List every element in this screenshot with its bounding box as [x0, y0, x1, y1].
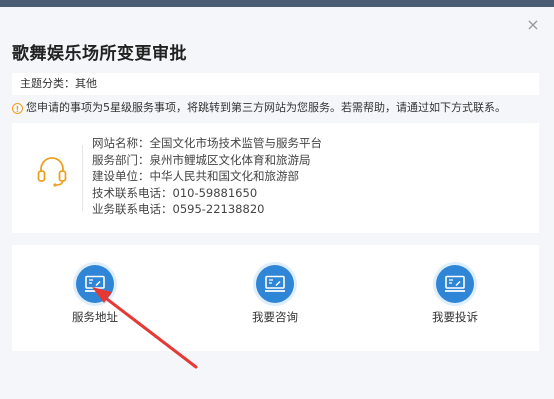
consult-button[interactable]: 我要咨询: [230, 265, 320, 325]
action-label: 我要咨询: [252, 310, 298, 324]
headset-icon: [37, 157, 67, 187]
info-circle-icon: !: [12, 103, 23, 114]
approval-dialog: × 歌舞娱乐场所变更审批 主题分类：其他 ! 您申请的事项为5星级服务事项，将跳转…: [0, 7, 554, 399]
tech-phone: 技术联系电话：010-59881650: [92, 185, 258, 200]
subject-category: 主题分类：其他: [12, 73, 539, 95]
action-label: 服务地址: [72, 310, 118, 324]
complaint-button[interactable]: 我要投诉: [410, 265, 500, 325]
notice-message: ! 您申请的事项为5星级服务事项，将跳转到第三方网站为您服务。若需帮助，请通过如下…: [12, 101, 542, 115]
contact-lines: 网站名称：全国文化市场技术监管与服务平台 服务部门：泉州市鲤城区文化体育和旅游局…: [92, 135, 322, 218]
close-icon[interactable]: ×: [524, 16, 542, 34]
dialog-title: 歌舞娱乐场所变更审批: [12, 44, 187, 64]
site-name: 网站名称：全国文化市场技术监管与服务平台: [92, 136, 322, 150]
service-address-button[interactable]: 服务地址: [50, 265, 140, 325]
action-label: 我要投诉: [432, 310, 478, 324]
service-department: 服务部门：泉州市鲤城区文化体育和旅游局: [92, 152, 311, 167]
monitor-icon: [436, 265, 474, 303]
business-phone: 业务联系电话：0595-22138820: [92, 202, 265, 217]
background-app-topbar: [0, 0, 554, 7]
builder-unit: 建设单位：中华人民共和国文化和旅游部: [92, 169, 299, 184]
actions-card: 服务地址 我要咨询 我要投诉: [12, 245, 539, 351]
notice-text: 您申请的事项为5星级服务事项，将跳转到第三方网站为您服务。若需帮助，请通过如下方…: [26, 101, 506, 114]
contact-info-card: 网站名称：全国文化市场技术监管与服务平台 服务部门：泉州市鲤城区文化体育和旅游局…: [12, 123, 539, 233]
divider: [82, 145, 83, 211]
monitor-icon: [256, 265, 294, 303]
monitor-icon: [76, 265, 114, 303]
